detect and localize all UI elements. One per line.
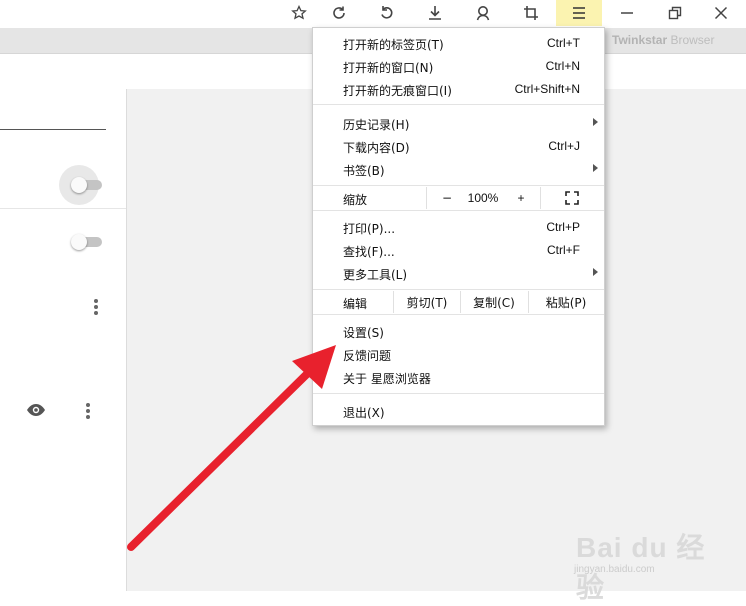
red-annotation-arrow xyxy=(127,345,336,551)
baidu-watermark: Bai du 经验 jingyan.baidu.com xyxy=(566,512,716,603)
arrow-shaft xyxy=(127,368,313,551)
watermark-url: jingyan.baidu.com xyxy=(574,564,655,575)
